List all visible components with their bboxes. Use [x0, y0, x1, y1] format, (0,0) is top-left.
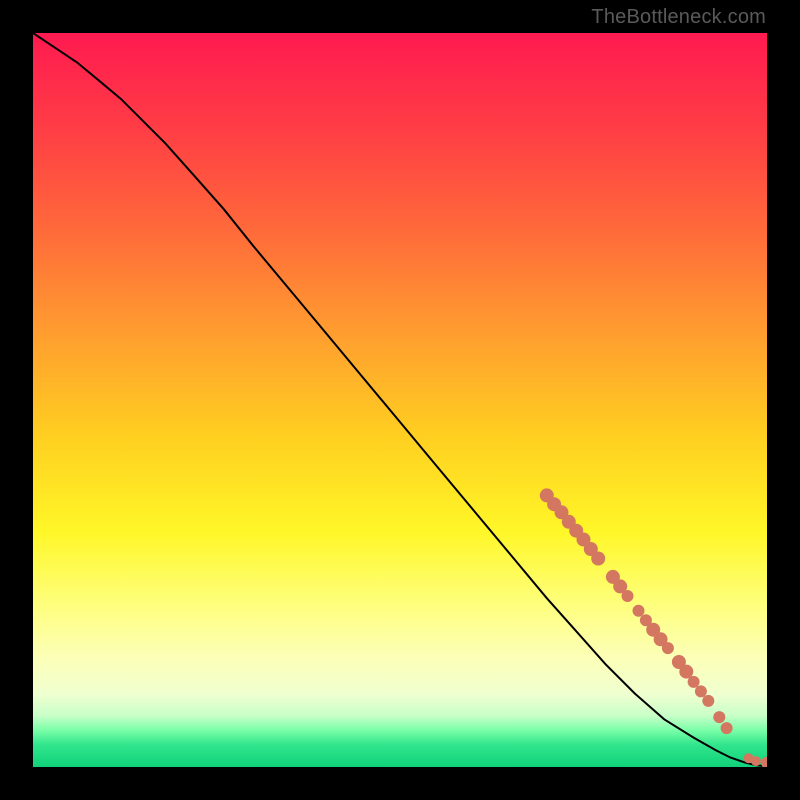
chart-svg [33, 33, 767, 767]
data-dot [761, 757, 767, 767]
data-dot [695, 685, 707, 697]
data-dot [591, 552, 605, 566]
data-dot [702, 695, 714, 707]
data-dot [688, 676, 700, 688]
data-dot [633, 605, 645, 617]
data-line [33, 33, 767, 766]
watermark-text: TheBottleneck.com [591, 6, 766, 29]
data-dot [721, 722, 733, 734]
plot-area [33, 33, 767, 767]
data-dot [713, 711, 725, 723]
data-dot [751, 756, 761, 766]
data-dot [622, 590, 634, 602]
chart-frame: TheBottleneck.com [0, 0, 800, 800]
data-dot [662, 642, 674, 654]
